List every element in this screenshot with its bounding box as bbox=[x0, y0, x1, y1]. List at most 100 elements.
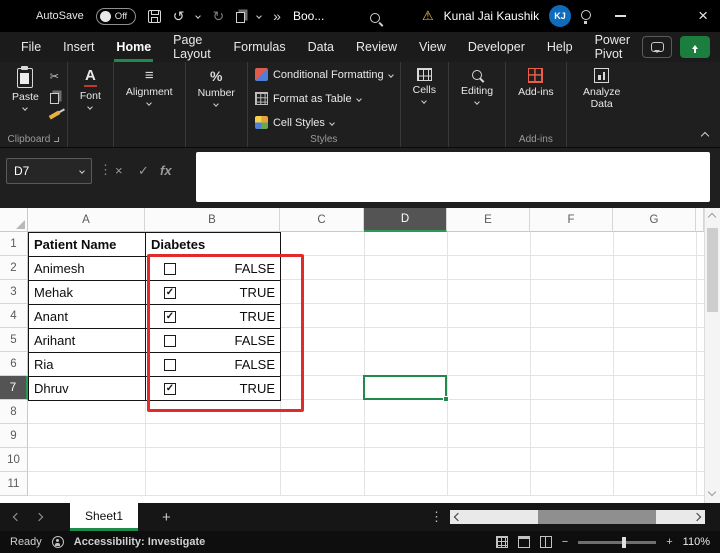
zoom-slider-thumb[interactable] bbox=[622, 536, 627, 548]
tab-bar-dots-icon[interactable]: ⋮ bbox=[430, 509, 443, 525]
column-header-d[interactable]: D bbox=[364, 208, 447, 232]
format-painter-icon[interactable] bbox=[48, 110, 61, 120]
cancel-icon[interactable]: × bbox=[115, 163, 123, 178]
row-header-9[interactable]: 9 bbox=[0, 424, 28, 448]
search-icon[interactable] bbox=[370, 10, 380, 28]
horizontal-scrollbar[interactable] bbox=[450, 510, 705, 524]
cell-a6[interactable]: Ria bbox=[29, 353, 146, 377]
format-as-table-button[interactable]: Format as Table bbox=[254, 89, 362, 108]
warning-icon[interactable]: ⚠ bbox=[422, 8, 434, 24]
paste-button[interactable]: Paste bbox=[7, 65, 44, 113]
toolbar-dropdown-icon[interactable] bbox=[256, 13, 263, 19]
column-header-a[interactable]: A bbox=[28, 208, 145, 232]
row-header-2[interactable]: 2 bbox=[0, 256, 28, 280]
font-button[interactable]: A Font bbox=[75, 65, 106, 112]
addins-button[interactable]: Add-ins bbox=[513, 65, 559, 101]
zoom-in-icon[interactable]: + bbox=[666, 536, 672, 548]
insert-function-icon[interactable]: fx bbox=[160, 163, 172, 178]
fill-handle[interactable] bbox=[443, 396, 449, 402]
redo-icon[interactable]: ↻ bbox=[212, 8, 224, 25]
zoom-out-icon[interactable]: − bbox=[562, 536, 568, 548]
user-name[interactable]: Kunal Jai Kaushik bbox=[444, 9, 539, 23]
vertical-scrollbar-thumb[interactable] bbox=[707, 228, 718, 312]
row-header-1[interactable]: 1 bbox=[0, 232, 28, 256]
undo-icon[interactable]: ↺ bbox=[173, 8, 185, 25]
cell-a5[interactable]: Arihant bbox=[29, 329, 146, 353]
horizontal-scrollbar-thumb[interactable] bbox=[538, 510, 656, 524]
scroll-left-icon[interactable] bbox=[453, 512, 463, 522]
selected-cell-d7[interactable] bbox=[363, 375, 449, 402]
row-header-8[interactable]: 8 bbox=[0, 400, 28, 424]
tab-power-pivot[interactable]: Power Pivot bbox=[584, 32, 642, 62]
workbook-name[interactable]: Boo... bbox=[293, 9, 324, 23]
dialog-launcher-icon[interactable] bbox=[54, 136, 60, 142]
scroll-right-icon[interactable] bbox=[692, 512, 702, 522]
cell-a1[interactable]: Patient Name bbox=[29, 233, 146, 257]
tab-page-layout[interactable]: Page Layout bbox=[162, 32, 222, 62]
normal-view-icon[interactable] bbox=[495, 536, 508, 548]
scroll-up-icon[interactable] bbox=[707, 212, 717, 222]
collapse-ribbon-icon[interactable] bbox=[700, 131, 710, 141]
select-all-corner[interactable] bbox=[0, 208, 28, 232]
cell-a2[interactable]: Animesh bbox=[29, 257, 146, 281]
page-layout-view-icon[interactable] bbox=[517, 536, 530, 548]
alignment-button[interactable]: ≡ Alignment bbox=[121, 65, 178, 108]
autosave-toggle[interactable]: Off bbox=[95, 7, 136, 25]
cell-styles-button[interactable]: Cell Styles bbox=[254, 113, 335, 132]
cut-icon[interactable]: ✂ bbox=[50, 70, 59, 83]
scroll-down-icon[interactable] bbox=[707, 487, 717, 497]
tab-sheet1[interactable]: Sheet1 bbox=[70, 503, 139, 531]
vertical-scrollbar[interactable] bbox=[704, 208, 720, 503]
cell-grid[interactable]: Patient Name Diabetes Animesh FALSE Meha… bbox=[28, 232, 704, 496]
tab-developer[interactable]: Developer bbox=[457, 32, 536, 62]
share-button[interactable] bbox=[680, 36, 710, 58]
tab-data[interactable]: Data bbox=[297, 32, 345, 62]
tab-help[interactable]: Help bbox=[536, 32, 584, 62]
copy-book-icon[interactable] bbox=[236, 9, 246, 23]
accessibility-status[interactable]: Accessibility: Investigate bbox=[74, 536, 205, 548]
tab-review[interactable]: Review bbox=[345, 32, 408, 62]
row-header-3[interactable]: 3 bbox=[0, 280, 28, 304]
row-header-11[interactable]: 11 bbox=[0, 472, 28, 496]
page-break-view-icon[interactable] bbox=[539, 536, 552, 548]
save-icon[interactable] bbox=[147, 9, 161, 23]
enter-icon[interactable]: ✓ bbox=[138, 163, 149, 179]
tab-file[interactable]: File bbox=[10, 32, 52, 62]
zoom-slider[interactable] bbox=[578, 536, 657, 548]
name-box-dropdown-icon[interactable] bbox=[79, 168, 85, 174]
column-header-partial[interactable] bbox=[696, 208, 704, 232]
name-box[interactable]: D7 bbox=[6, 158, 92, 184]
row-header-7[interactable]: 7 bbox=[0, 376, 28, 400]
column-header-c[interactable]: C bbox=[280, 208, 364, 232]
tab-formulas[interactable]: Formulas bbox=[223, 32, 297, 62]
conditional-formatting-button[interactable]: Conditional Formatting bbox=[254, 65, 394, 84]
column-header-f[interactable]: F bbox=[530, 208, 613, 232]
close-icon[interactable]: × bbox=[698, 6, 708, 26]
analyze-data-button[interactable]: Analyze Data bbox=[574, 65, 630, 113]
formula-input[interactable] bbox=[196, 152, 710, 202]
column-header-b[interactable]: B bbox=[145, 208, 280, 232]
accessibility-icon[interactable] bbox=[51, 536, 64, 548]
copy-icon[interactable] bbox=[49, 93, 59, 104]
minimize-icon[interactable] bbox=[615, 15, 627, 17]
cell-a4[interactable]: Anant bbox=[29, 305, 146, 329]
comments-button[interactable] bbox=[642, 36, 672, 58]
row-header-4[interactable]: 4 bbox=[0, 304, 28, 328]
number-button[interactable]: % Number bbox=[193, 65, 240, 109]
column-header-e[interactable]: E bbox=[447, 208, 530, 232]
lightbulb-icon[interactable] bbox=[581, 7, 592, 25]
tab-home[interactable]: Home bbox=[105, 32, 162, 62]
row-header-10[interactable]: 10 bbox=[0, 448, 28, 472]
prev-sheet-icon[interactable] bbox=[12, 512, 22, 522]
tab-insert[interactable]: Insert bbox=[52, 32, 105, 62]
toolbar-overflow-icon[interactable]: » bbox=[273, 8, 281, 24]
cell-a7[interactable]: Dhruv bbox=[29, 377, 146, 401]
cells-button[interactable]: Cells bbox=[408, 65, 441, 106]
zoom-level[interactable]: 110% bbox=[683, 536, 710, 548]
cell-a3[interactable]: Mehak bbox=[29, 281, 146, 305]
tab-view[interactable]: View bbox=[408, 32, 457, 62]
column-header-g[interactable]: G bbox=[613, 208, 696, 232]
undo-dropdown-icon[interactable] bbox=[195, 13, 202, 19]
add-sheet-button[interactable]: + bbox=[162, 509, 171, 526]
avatar[interactable]: KJ bbox=[549, 5, 572, 27]
